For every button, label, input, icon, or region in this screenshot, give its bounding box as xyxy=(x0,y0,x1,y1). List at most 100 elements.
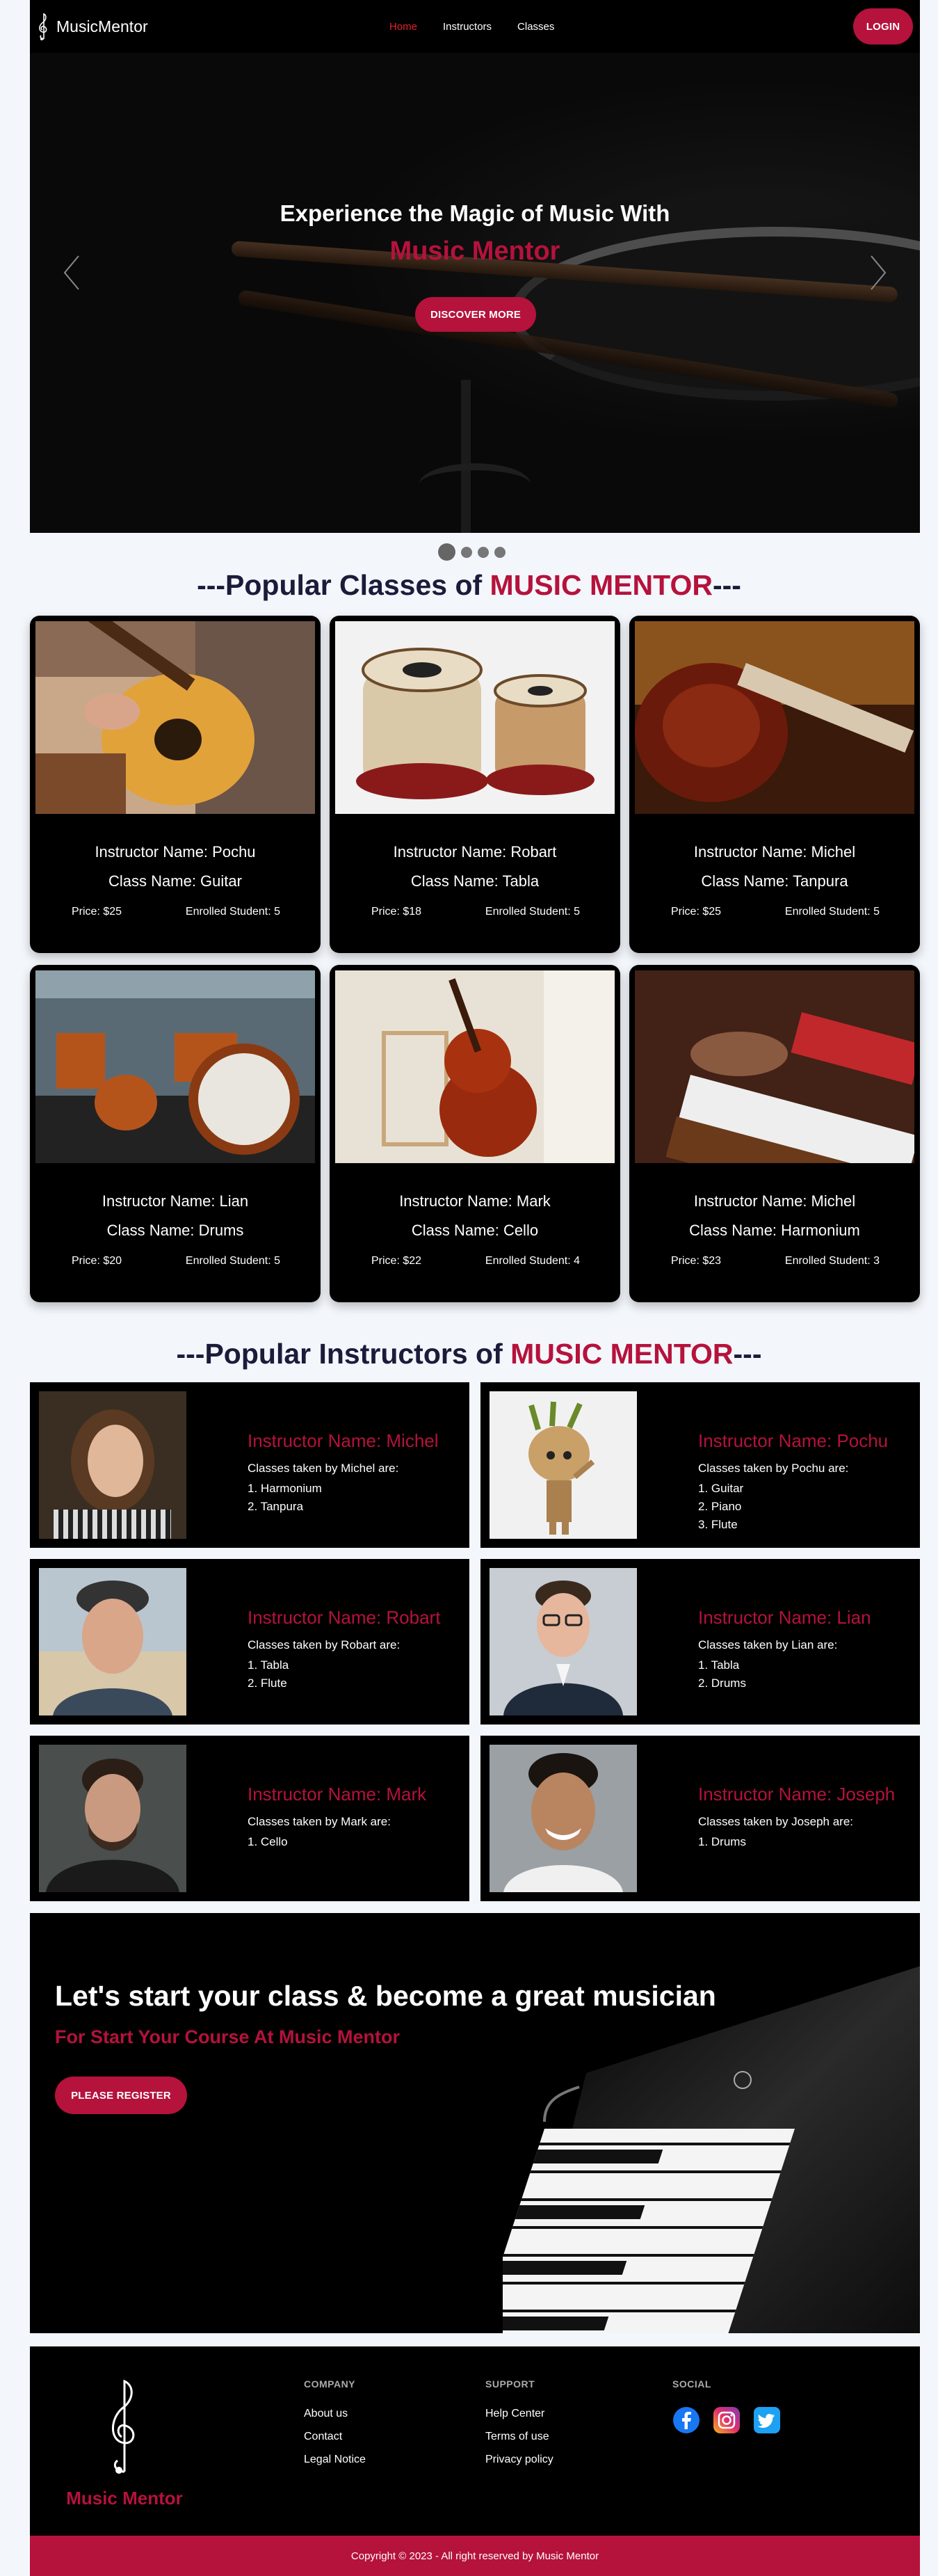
class-name: Class Name: Tabla xyxy=(410,872,540,890)
footer-link-legal[interactable]: Legal Notice xyxy=(304,2454,366,2466)
instructor-photo xyxy=(39,1391,186,1539)
class-name: Class Name: Drums xyxy=(106,1222,244,1239)
footer-brand-name: Music Mentor xyxy=(66,2488,183,2509)
instructor-name: Instructor Name: Mark xyxy=(248,1784,427,1805)
instructor-card[interactable]: Instructor Name: Robart Classes taken by… xyxy=(30,1559,469,1725)
guitar-photo xyxy=(35,621,315,814)
drums-photo xyxy=(35,970,315,1163)
class-card[interactable]: Instructor Name: Pochu Class Name: Guita… xyxy=(30,616,321,953)
nav-link-home[interactable]: Home xyxy=(389,21,417,33)
copyright-text: Copyright © 2023 - All right reserved by… xyxy=(350,2550,599,2562)
register-subtitle: For Start Your Course At Music Mentor xyxy=(55,2026,401,2047)
class-price: Price: $23 xyxy=(671,1255,722,1267)
class-name: Class Name: Harmonium xyxy=(689,1222,860,1239)
class-card[interactable]: Instructor Name: Michel Class Name: Harm… xyxy=(629,965,920,1302)
class-name: Class Name: Guitar xyxy=(108,872,242,890)
logo-text: MusicMentor xyxy=(56,17,148,35)
class-enrolled: Enrolled Student: 4 xyxy=(485,1255,580,1267)
class-price: Price: $25 xyxy=(72,906,122,918)
footer-social-column: SOCIAL xyxy=(672,2378,781,2434)
class-card[interactable]: Instructor Name: Michel Class Name: Tanp… xyxy=(629,616,920,953)
discover-more-button[interactable]: DISCOVER MORE xyxy=(415,297,536,332)
class-name: Class Name: Tanpura xyxy=(701,872,848,890)
class-enrolled: Enrolled Student: 5 xyxy=(185,1255,280,1267)
footer-company-column: COMPANY About us Contact Legal Notice xyxy=(304,2378,366,2466)
class-card[interactable]: Instructor Name: Robart Class Name: Tabl… xyxy=(330,616,620,953)
class-price: Price: $20 xyxy=(72,1255,122,1267)
treble-clef-icon xyxy=(112,2379,135,2474)
instructor-class-item: 1. Tabla xyxy=(698,1658,740,1672)
instructor-class-item: 2. Piano xyxy=(698,1500,742,1513)
nav-link-instructors[interactable]: Instructors xyxy=(443,21,492,33)
carousel-dot-3[interactable] xyxy=(478,546,489,558)
instructor-class-list: 1. Tabla 2. Flute xyxy=(248,1656,440,1693)
title-highlight: MUSIC MENTOR xyxy=(510,1338,734,1370)
footer-support-heading: SUPPORT xyxy=(485,2378,535,2390)
instructor-classes-lead: Classes taken by Mark are: xyxy=(248,1815,391,1828)
instructor-photo xyxy=(490,1745,637,1892)
facebook-icon[interactable] xyxy=(672,2406,700,2434)
site-logo[interactable]: MusicMentor xyxy=(37,11,148,42)
instructor-classes-lead: Classes taken by Robart are: xyxy=(248,1638,401,1651)
top-navbar: MusicMentor Home Instructors Classes LOG… xyxy=(30,0,920,53)
instructor-photo xyxy=(490,1568,637,1715)
login-button[interactable]: LOGIN xyxy=(853,8,913,45)
instructor-class-list: 1. Drums xyxy=(698,1833,895,1851)
instructor-card[interactable]: Instructor Name: Michel Classes taken by… xyxy=(30,1382,469,1548)
harmonium-photo xyxy=(635,970,914,1163)
hero-carousel: Experience the Magic of Music With Music… xyxy=(30,53,920,533)
instructor-classes-lead: Classes taken by Joseph are: xyxy=(698,1815,854,1828)
piano-image xyxy=(503,1966,920,2333)
instructor-name: Instructor Name: Joseph xyxy=(698,1784,896,1805)
nav-link-classes[interactable]: Classes xyxy=(517,21,554,33)
hero-title: Experience the Magic of Music With xyxy=(280,200,670,226)
twitter-icon[interactable] xyxy=(753,2406,781,2434)
footer-brand: Music Mentor xyxy=(62,2374,187,2509)
copyright-bar: Copyright © 2023 - All right reserved by… xyxy=(30,2536,920,2576)
instructor-class-item: 1. Guitar xyxy=(698,1482,744,1495)
footer-link-contact[interactable]: Contact xyxy=(304,2431,366,2443)
title-suffix: --- xyxy=(733,1338,762,1370)
class-card[interactable]: Instructor Name: Lian Class Name: Drums … xyxy=(30,965,321,1302)
instructor-class-item: 3. Flute xyxy=(698,1518,738,1531)
footer-link-help[interactable]: Help Center xyxy=(485,2408,553,2420)
instagram-icon[interactable] xyxy=(713,2406,741,2434)
chevron-right-icon[interactable] xyxy=(864,252,892,294)
carousel-dot-2[interactable] xyxy=(461,546,472,558)
instructor-card[interactable]: Instructor Name: Pochu Classes taken by … xyxy=(480,1382,920,1548)
instructor-class-list: 1. Cello xyxy=(248,1833,426,1851)
instructor-photo xyxy=(39,1745,186,1892)
title-prefix: ---Popular Instructors of xyxy=(176,1338,511,1370)
footer-social-heading: SOCIAL xyxy=(672,2378,711,2390)
instructor-name: Instructor Name: Pochu xyxy=(698,1430,889,1451)
instructor-class-item: 1. Harmonium xyxy=(248,1482,322,1495)
instructor-card[interactable]: Instructor Name: Joseph Classes taken by… xyxy=(480,1736,920,1901)
cello-photo xyxy=(335,970,615,1163)
class-instructor: Instructor Name: Lian xyxy=(102,1192,249,1210)
footer-link-privacy[interactable]: Privacy policy xyxy=(485,2454,553,2466)
hero-subtitle: Music Mentor xyxy=(389,237,560,266)
carousel-dot-4[interactable] xyxy=(494,546,506,558)
instructor-photo xyxy=(490,1391,637,1539)
instructors-grid: Instructor Name: Michel Classes taken by… xyxy=(30,1382,920,1901)
carousel-dot-1[interactable] xyxy=(438,543,455,561)
instructor-class-list: 1. Guitar 2. Piano 3. Flute xyxy=(698,1480,888,1534)
class-card[interactable]: Instructor Name: Mark Class Name: Cello … xyxy=(330,965,620,1302)
instructor-classes-lead: Classes taken by Michel are: xyxy=(248,1462,399,1475)
footer-link-terms[interactable]: Terms of use xyxy=(485,2431,553,2443)
title-prefix: ---Popular Classes of xyxy=(197,569,490,601)
instructor-class-item: 1. Tabla xyxy=(248,1658,289,1672)
classes-grid: Instructor Name: Pochu Class Name: Guita… xyxy=(30,616,920,1302)
class-instructor: Instructor Name: Mark xyxy=(399,1192,551,1210)
popular-classes-title: ---Popular Classes of MUSIC MENTOR--- xyxy=(0,569,938,602)
footer-link-about[interactable]: About us xyxy=(304,2408,366,2420)
hero-overlay xyxy=(30,53,920,533)
instructor-card[interactable]: Instructor Name: Lian Classes taken by L… xyxy=(480,1559,920,1725)
instructor-class-item: 1. Cello xyxy=(248,1835,288,1848)
instructor-class-item: 2. Tanpura xyxy=(248,1500,304,1513)
class-price: Price: $25 xyxy=(671,906,722,918)
register-button[interactable]: PLEASE REGISTER xyxy=(55,2077,187,2114)
instructor-card[interactable]: Instructor Name: Mark Classes taken by M… xyxy=(30,1736,469,1901)
chevron-left-icon[interactable] xyxy=(58,252,86,294)
instructor-class-item: 2. Flute xyxy=(248,1677,287,1690)
